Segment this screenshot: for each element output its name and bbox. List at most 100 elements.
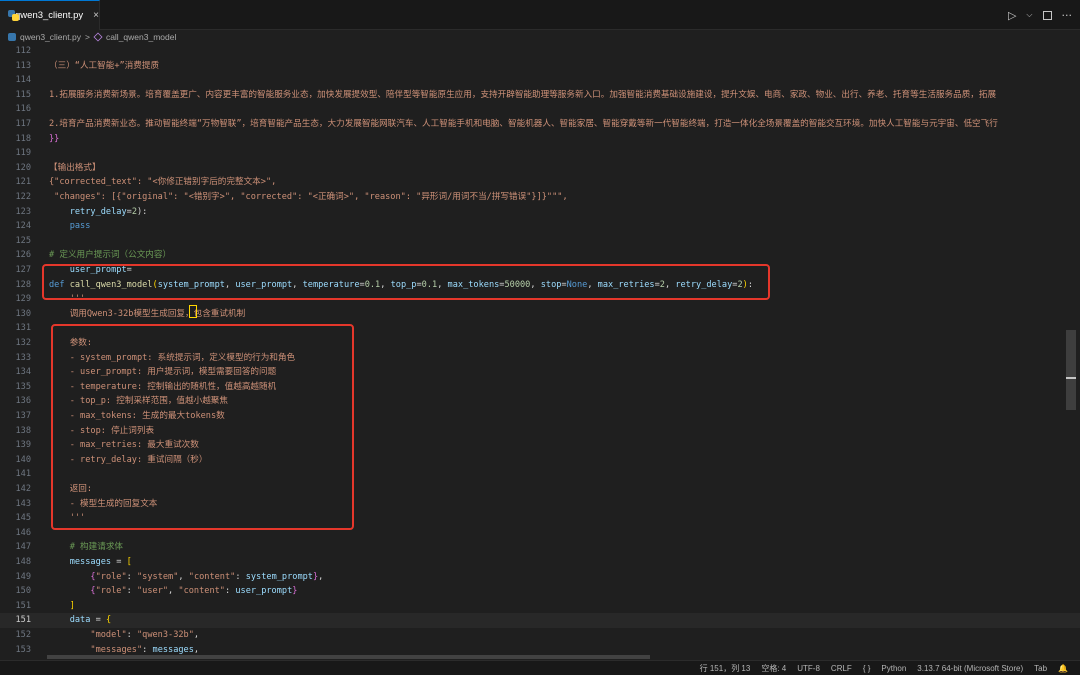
code-text: 2.培育产品消费新业态。推动智能终端“万物智联”，培育智能产品生态，大力发展智能… bbox=[49, 119, 998, 129]
status-interpreter[interactable]: 3.13.7 64-bit (Microsoft Store) bbox=[917, 664, 1023, 673]
line-number: 146 bbox=[15, 527, 31, 538]
code-line[interactable]: 124 pass bbox=[0, 219, 1080, 234]
run-icon[interactable]: ▷ bbox=[1008, 9, 1016, 22]
code-line[interactable]: 113 （三）“人工智能+”消费提质 bbox=[0, 59, 1080, 74]
code-line[interactable]: 145 ''' bbox=[0, 511, 1080, 526]
code-line[interactable]: 119 bbox=[0, 146, 1080, 161]
code-line[interactable]: 117 2.培育产品消费新业态。推动智能终端“万物智联”，培育智能产品生态，大力发… bbox=[0, 117, 1080, 132]
code-line[interactable]: 121 {"corrected_text": "<你修正错别字后的完整文本>", bbox=[0, 175, 1080, 190]
line-number: 116 bbox=[15, 104, 31, 115]
code-line[interactable]: 148 messages = [ bbox=[0, 555, 1080, 570]
line-number: 145 bbox=[15, 513, 31, 524]
code-line[interactable]: 146 bbox=[0, 526, 1080, 541]
line-number: 138 bbox=[15, 425, 31, 436]
code-line[interactable]: 141 bbox=[0, 467, 1080, 482]
code-line[interactable]: 135 - temperature: 控制输出的随机性，值越高越随机 bbox=[0, 380, 1080, 395]
line-number: 121 bbox=[15, 177, 31, 188]
code-line[interactable]: 128 def call_qwen3_model(system_prompt, u… bbox=[0, 278, 1080, 293]
code-line[interactable]: 127 user_prompt= bbox=[0, 263, 1080, 278]
line-number: 114 bbox=[15, 75, 31, 86]
breadcrumb-separator: > bbox=[84, 32, 90, 42]
code-line[interactable]: 152 "model": "qwen3-32b", bbox=[0, 628, 1080, 643]
line-number: 113 bbox=[15, 60, 31, 71]
status-braces-icon[interactable]: { } bbox=[863, 664, 871, 673]
code-text: - stop: 停止词列表 bbox=[49, 425, 155, 436]
status-language[interactable]: Python bbox=[881, 664, 906, 673]
code-line[interactable]: 138 - stop: 停止词列表 bbox=[0, 424, 1080, 439]
line-number: 112 bbox=[15, 46, 31, 56]
line-number: 141 bbox=[15, 469, 31, 480]
code-line[interactable]: 115 1.拓展服务消费新场景。培育覆盖更广、内容更丰富的智能服务业态，加快发展提… bbox=[0, 88, 1080, 103]
line-number: 122 bbox=[15, 192, 31, 202]
code-line[interactable]: 118}} bbox=[0, 132, 1080, 147]
code-line[interactable]: 147 # 构建请求体 bbox=[0, 540, 1080, 555]
code-text: - max_tokens: 生成的最大tokens数 bbox=[49, 411, 225, 421]
code-text: 参数: bbox=[49, 338, 93, 348]
code-text: data = { bbox=[69, 615, 112, 626]
code-line[interactable]: 140 - retry_delay: 重试间隔（秒） bbox=[0, 453, 1080, 468]
line-number: 152 bbox=[15, 630, 31, 640]
code-line[interactable]: 123 retry_delay=2): bbox=[0, 205, 1080, 220]
code-line[interactable]: 143 - 模型生成的回复文本 bbox=[0, 497, 1080, 512]
more-actions-icon[interactable]: ··· bbox=[1062, 9, 1073, 22]
status-encoding[interactable]: UTF-8 bbox=[797, 664, 820, 673]
code-line[interactable]: 114 bbox=[0, 73, 1080, 88]
code-line[interactable]: 133 - system_prompt: 系统提示词，定义模型的行为和角色 bbox=[0, 351, 1080, 366]
code-line[interactable]: 151 ] bbox=[0, 599, 1080, 614]
code-line[interactable]: 142 返回: bbox=[0, 482, 1080, 497]
status-indentation[interactable]: 空格: 4 bbox=[761, 663, 786, 674]
code-text: "changes": [{"original": "<错别字>", "corre… bbox=[49, 192, 568, 202]
notification-bell-icon[interactable]: 🔔 bbox=[1058, 664, 1068, 673]
code-text: - retry_delay: 重试间隔（秒） bbox=[49, 454, 208, 465]
code-line[interactable]: 122 "changes": [{"original": "<错别字>", "c… bbox=[0, 190, 1080, 205]
code-line[interactable]: 132 参数: bbox=[0, 336, 1080, 351]
status-eol[interactable]: CRLF bbox=[831, 664, 852, 673]
status-tab-mode[interactable]: Tab bbox=[1034, 664, 1047, 673]
code-line[interactable]: 120 【输出格式】 bbox=[0, 161, 1080, 176]
tab-bar: qwen3_client.py × ▷ ⌵ ··· bbox=[0, 0, 1080, 30]
code-line[interactable]: 136 - top_p: 控制采样范围，值越小越聚焦 bbox=[0, 394, 1080, 409]
code-line[interactable]: 112 bbox=[0, 44, 1080, 59]
line-number: 137 bbox=[15, 411, 31, 421]
code-text: retry_delay=2): bbox=[69, 206, 148, 217]
line-number: 151 bbox=[15, 615, 31, 626]
code-line[interactable]: 149 {"role": "system", "content": system… bbox=[0, 570, 1080, 585]
vertical-scrollbar[interactable] bbox=[1062, 44, 1076, 660]
line-number: 128 bbox=[15, 279, 31, 290]
line-number: 142 bbox=[15, 484, 31, 494]
code-line[interactable]: 150 {"role": "user", "content": user_pro… bbox=[0, 584, 1080, 599]
code-line[interactable]: 130 调用Qwen3-32b模型生成回复，包含重试机制 bbox=[0, 307, 1080, 322]
code-line[interactable]: 125 bbox=[0, 234, 1080, 249]
line-number: 129 bbox=[15, 294, 31, 305]
code-text: {"corrected_text": "<你修正错别字后的完整文本>", bbox=[49, 177, 277, 188]
code-line[interactable]: 129 ''' bbox=[0, 292, 1080, 307]
breadcrumb-symbol[interactable]: call_qwen3_model bbox=[106, 32, 176, 42]
split-editor-icon[interactable] bbox=[1042, 10, 1052, 20]
code-text: 返回: bbox=[49, 484, 93, 494]
code-line[interactable]: 131 bbox=[0, 321, 1080, 336]
code-line[interactable]: 151 data = { bbox=[0, 613, 1080, 628]
tab-qwen3-client[interactable]: qwen3_client.py × bbox=[0, 0, 100, 30]
close-tab-icon[interactable]: × bbox=[93, 10, 99, 21]
code-line[interactable]: 126 # 定义用户提示词（公文内容） bbox=[0, 248, 1080, 263]
run-dropdown-icon[interactable]: ⌵ bbox=[1026, 10, 1032, 20]
status-cursor-position[interactable]: 行 151，列 13 bbox=[700, 663, 751, 674]
scrollbar-thumb[interactable] bbox=[1066, 330, 1076, 410]
code-line[interactable]: 137 - max_tokens: 生成的最大tokens数 bbox=[0, 409, 1080, 424]
line-number: 119 bbox=[15, 148, 31, 159]
code-text: messages = [ bbox=[69, 557, 132, 567]
code-line[interactable]: 139 - max_retries: 最大重试次数 bbox=[0, 438, 1080, 453]
line-number: 139 bbox=[15, 440, 31, 451]
line-number: 140 bbox=[15, 454, 31, 465]
code-line[interactable]: 134 - user_prompt: 用户提示词，模型需要回答的问题 bbox=[0, 365, 1080, 380]
code-text: def call_qwen3_model(system_prompt, user… bbox=[49, 279, 753, 290]
method-icon bbox=[93, 32, 103, 42]
code-line[interactable]: 116 bbox=[0, 102, 1080, 117]
breadcrumb-file[interactable]: qwen3_client.py bbox=[20, 32, 81, 42]
code-text: 调用Qwen3-32b模型生成回复，包含重试机制 bbox=[49, 308, 246, 319]
line-number: 126 bbox=[15, 250, 31, 261]
horizontal-scrollbar[interactable] bbox=[47, 655, 650, 659]
scrollbar-cursor-marker bbox=[1066, 377, 1076, 379]
code-editor[interactable]: 112 113 （三）“人工智能+”消费提质 114 115 1.拓展服务消费新场景。培育… bbox=[0, 44, 1080, 660]
line-number: 123 bbox=[15, 206, 31, 217]
